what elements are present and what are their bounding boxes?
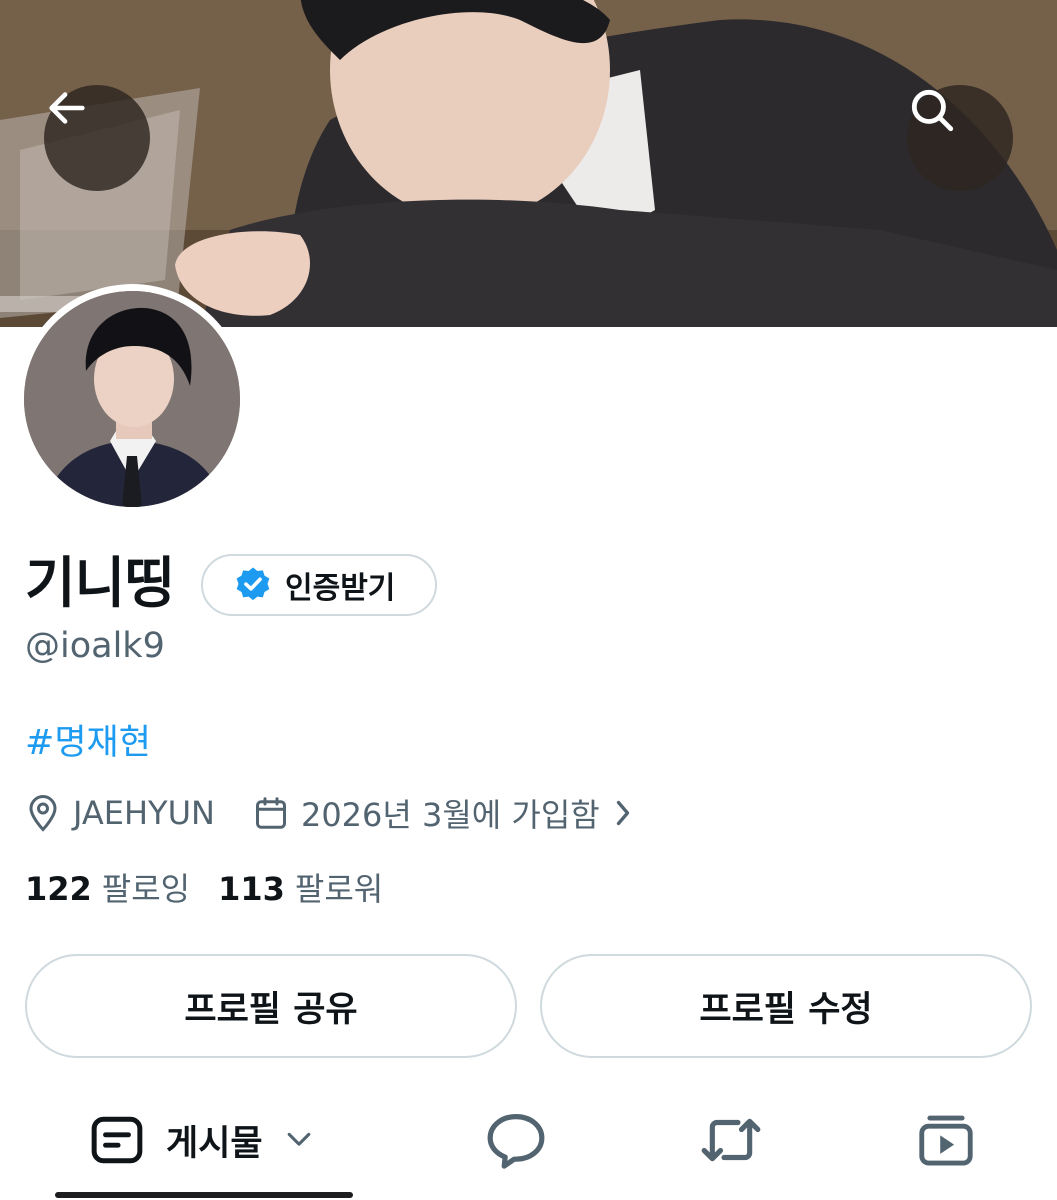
get-verified-button[interactable]: 인증받기 xyxy=(201,554,437,616)
follow-counts: 122 팔로잉 113 팔로워 xyxy=(25,864,383,910)
following-link[interactable]: 122 팔로잉 xyxy=(25,864,190,910)
bio-hashtag-link[interactable]: #명재현 xyxy=(25,714,151,765)
get-verified-label: 인증받기 xyxy=(285,571,396,606)
tab-replies[interactable] xyxy=(484,1108,548,1172)
location: JAEHYUN xyxy=(25,793,215,833)
media-play-icon xyxy=(919,1115,973,1166)
following-label: 팔로잉 xyxy=(101,870,191,908)
verified-badge-icon xyxy=(236,567,270,601)
back-button[interactable] xyxy=(44,85,150,191)
followers-label: 팔로워 xyxy=(294,870,384,908)
selected-tab-indicator xyxy=(55,1192,353,1198)
joined-date[interactable]: 2026년 3월에 가입함 xyxy=(253,790,634,836)
banner-photo xyxy=(0,0,1057,327)
tab-reposts[interactable] xyxy=(698,1108,764,1172)
location-text: JAEHYUN xyxy=(73,794,215,832)
repost-icon xyxy=(701,1118,761,1162)
followers-link[interactable]: 113 팔로워 xyxy=(218,864,383,910)
tab-posts[interactable]: 게시물 xyxy=(90,1108,313,1172)
arrow-left-icon xyxy=(49,92,85,124)
following-count: 122 xyxy=(25,870,92,908)
profile-meta: JAEHYUN 2026년 3월에 가입함 xyxy=(25,788,634,838)
profile-banner[interactable] xyxy=(0,0,1057,327)
search-icon xyxy=(911,89,954,132)
avatar-photo xyxy=(24,291,240,507)
location-pin-icon xyxy=(29,794,57,832)
reply-bubble-icon xyxy=(487,1114,545,1169)
chevron-down-icon[interactable] xyxy=(285,1130,313,1150)
followers-count: 113 xyxy=(218,870,285,908)
posts-icon xyxy=(91,1116,143,1164)
user-handle: @ioalk9 xyxy=(25,626,165,666)
search-button[interactable] xyxy=(907,85,1013,191)
share-profile-button[interactable]: 프로필 공유 xyxy=(25,954,517,1058)
tab-media[interactable] xyxy=(916,1108,976,1172)
edit-profile-button[interactable]: 프로필 수정 xyxy=(540,954,1032,1058)
chevron-right-icon xyxy=(616,800,629,826)
avatar[interactable] xyxy=(17,284,247,514)
display-name: 기니띵 xyxy=(25,551,175,615)
joined-date-text: 2026년 3월에 가입함 xyxy=(300,796,600,834)
calendar-icon xyxy=(255,797,286,829)
tab-posts-label: 게시물 xyxy=(166,1123,263,1164)
